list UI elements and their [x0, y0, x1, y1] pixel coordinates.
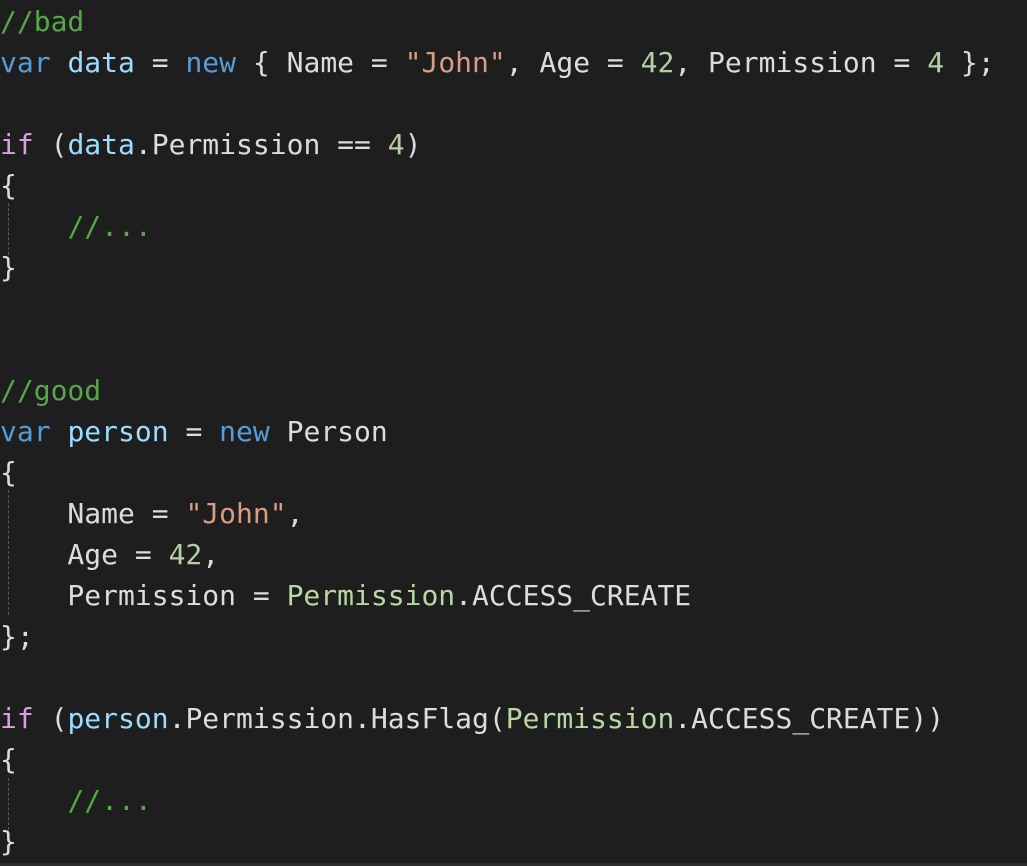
code-token: .Permission == — [134, 128, 388, 161]
code-token: ( — [33, 702, 68, 735]
code-token: if — [0, 128, 34, 161]
code-line[interactable]: Age = 42, — [0, 534, 219, 575]
code-token: .ACCESS_CREATE — [455, 579, 692, 612]
code-token: } — [0, 825, 17, 858]
code-token: "John" — [185, 497, 287, 530]
code-line[interactable]: //... — [0, 206, 152, 247]
code-line[interactable]: }; — [0, 616, 34, 657]
code-line[interactable]: } — [0, 247, 17, 288]
code-token: ) — [404, 128, 422, 161]
code-token: var — [0, 415, 51, 448]
code-token: 42 — [640, 46, 675, 79]
code-line[interactable]: if (person.Permission.HasFlag(Permission… — [0, 698, 944, 739]
code-token: data — [67, 128, 135, 161]
code-token: person — [67, 415, 169, 448]
code-line[interactable]: if (data.Permission == 4) — [0, 124, 421, 165]
code-line[interactable]: //... — [0, 780, 152, 821]
code-token: { Name = — [236, 46, 405, 79]
code-token: data — [67, 46, 135, 79]
code-token: //bad — [0, 5, 85, 38]
code-token: .Permission.HasFlag( — [168, 702, 506, 735]
code-line[interactable]: { — [0, 739, 17, 780]
code-token: Permission — [505, 702, 675, 735]
code-token: , Age = — [505, 46, 641, 79]
code-line[interactable]: Permission = Permission.ACCESS_CREATE — [0, 575, 691, 616]
code-token: "John" — [404, 46, 506, 79]
code-token: , — [286, 497, 304, 530]
code-token: { — [0, 169, 17, 202]
code-token: Person — [269, 415, 388, 448]
code-token: = — [168, 415, 220, 448]
code-token: new — [185, 46, 237, 79]
code-line[interactable]: var data = new { Name = "John", Age = 42… — [0, 42, 995, 83]
code-token: .ACCESS_CREATE)) — [674, 702, 945, 735]
code-token: } — [0, 251, 17, 284]
code-editor[interactable]: //bad var data = new { Name = "John", Age… — [0, 0, 1027, 866]
code-token: 4 — [927, 46, 945, 79]
code-line[interactable]: Name = "John", — [0, 493, 303, 534]
code-token: = — [134, 46, 186, 79]
code-token: new — [219, 415, 270, 448]
code-token: 4 — [387, 128, 405, 161]
code-token: { — [0, 456, 17, 489]
code-token: Name = — [0, 497, 186, 530]
code-token: var — [0, 46, 51, 79]
code-token: ( — [33, 128, 68, 161]
code-token: { — [0, 743, 17, 776]
code-token: //... — [67, 784, 152, 817]
code-token: Age = — [0, 538, 169, 571]
code-line[interactable]: } — [0, 821, 17, 862]
code-token: }; — [944, 46, 995, 79]
code-token: if — [0, 702, 34, 735]
code-line[interactable]: { — [0, 165, 17, 206]
code-token: Permission = — [0, 579, 287, 612]
code-token: , Permission = — [674, 46, 928, 79]
code-line[interactable]: var person = new Person — [0, 411, 388, 452]
code-token: person — [67, 702, 169, 735]
code-token: 42 — [168, 538, 203, 571]
code-token: , — [202, 538, 220, 571]
code-token: Permission — [286, 579, 456, 612]
code-token: //good — [0, 374, 102, 407]
code-line[interactable]: //bad — [0, 1, 84, 42]
code-token: }; — [0, 620, 34, 653]
code-token: //... — [67, 210, 152, 243]
code-line[interactable]: //good — [0, 370, 101, 411]
code-line[interactable]: { — [0, 452, 17, 493]
